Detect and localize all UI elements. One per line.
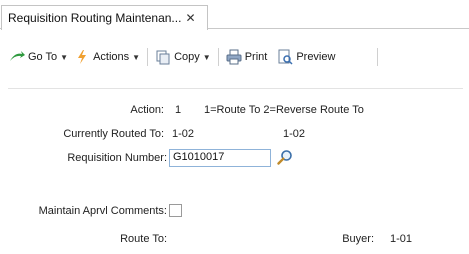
goto-button[interactable]: Go To ▼ [6,47,71,67]
toolbar-separator [217,48,219,66]
tab-strip: Requisition Routing Maintenan... ✕ [0,0,469,30]
close-icon[interactable]: ✕ [185,12,195,24]
preview-icon [277,49,293,65]
currently-routed-label: Currently Routed To: [63,128,164,140]
route-to-label: Route To: [120,233,167,245]
tab-title: Requisition Routing Maintenan... [8,11,182,25]
action-value[interactable]: 1 [175,104,181,116]
preview-button[interactable]: Preview [274,47,338,67]
chevron-down-icon: ▼ [132,52,141,62]
requisition-number-label: Requisition Number: [67,152,167,164]
printer-icon [226,49,242,65]
toolbar-divider [8,88,463,89]
toolbar-separator [377,48,378,66]
toolbar-separator [147,48,149,66]
goto-label: Go To [28,51,58,63]
maintain-comments-label: Maintain Aprvl Comments: [38,205,167,217]
currently-routed-value: 1-02 [172,128,195,140]
tab-requisition-routing[interactable]: Requisition Routing Maintenan... ✕ [1,5,208,30]
chevron-down-icon: ▼ [60,52,69,62]
requisition-number-input[interactable]: G1010017 [169,149,271,167]
copy-icon [155,49,171,65]
action-label: Action: [130,104,164,116]
toolbar: Go To ▼ Actions ▼ Copy ▼ Print Preview [0,30,469,86]
copy-button[interactable]: Copy ▼ [152,47,214,67]
search-icon[interactable] [277,149,293,165]
actions-button[interactable]: Actions ▼ [71,47,143,67]
maintain-comments-checkbox[interactable] [169,204,182,217]
chevron-down-icon: ▼ [202,52,211,62]
preview-label: Preview [296,51,336,63]
requisition-number-value: G1010017 [173,151,225,163]
goto-arrow-icon [9,49,25,65]
currently-routed-value-2: 1-02 [283,128,306,140]
action-hint: 1=Route To 2=Reverse Route To [204,104,364,116]
lightning-icon [74,49,90,65]
copy-label: Copy [174,51,200,63]
buyer-label: Buyer: [342,233,374,245]
print-label: Print [244,51,268,63]
print-button[interactable]: Print [223,47,271,67]
buyer-value: 1-01 [390,233,413,245]
actions-label: Actions [93,51,130,63]
